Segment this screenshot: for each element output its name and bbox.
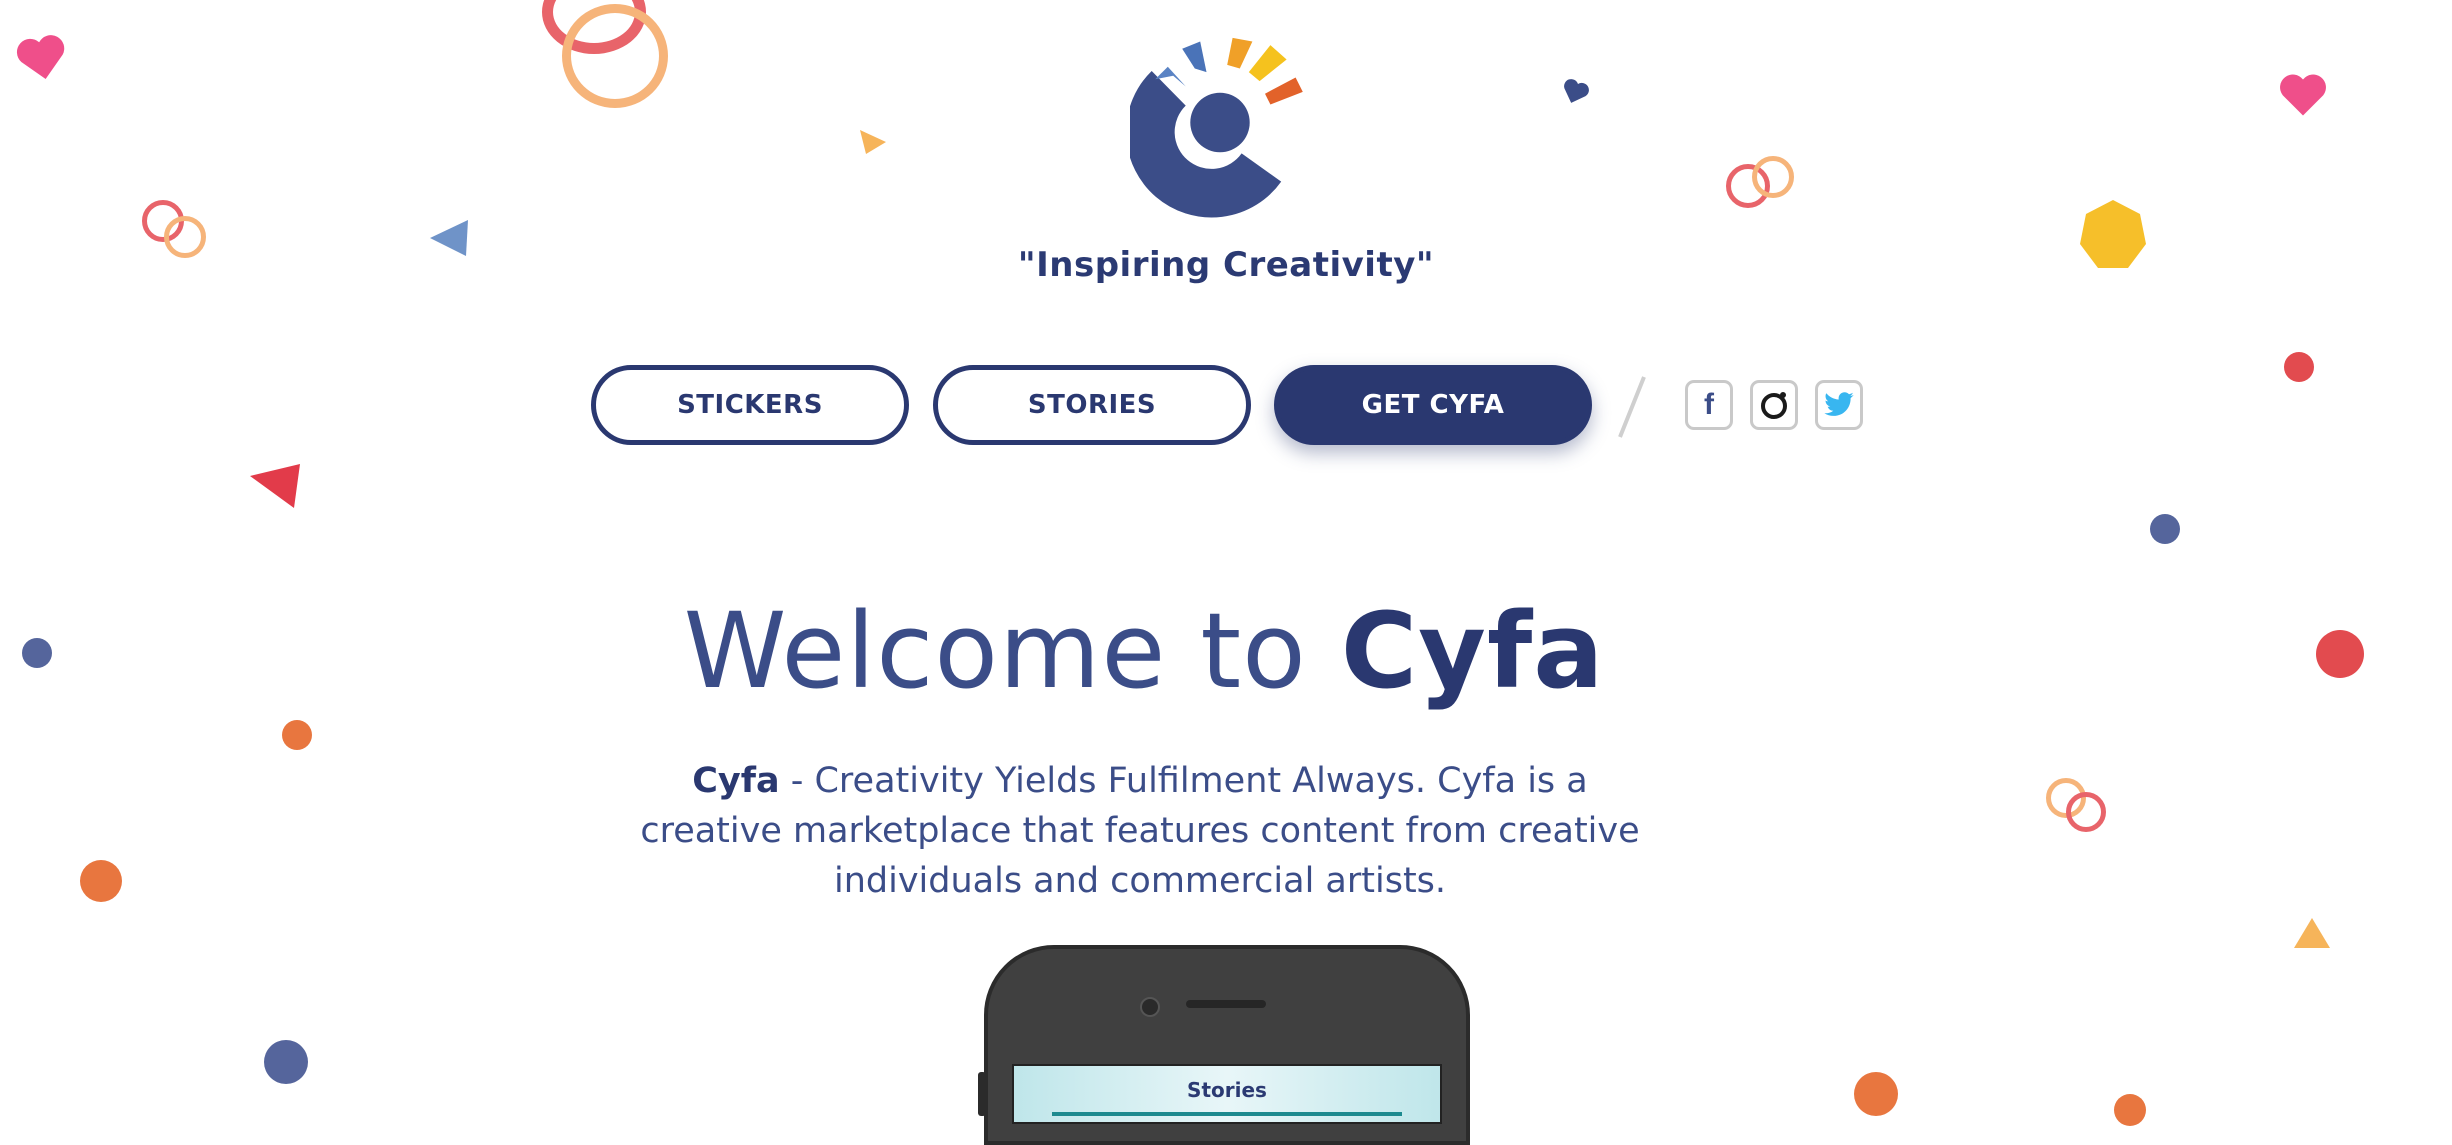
stories-button[interactable]: STORIES xyxy=(933,365,1251,445)
hero-title-brand: Cyfa xyxy=(1340,590,1605,712)
instagram-icon xyxy=(1761,392,1787,419)
dot-decoration xyxy=(2150,514,2180,544)
divider xyxy=(1618,376,1646,438)
dot-decoration xyxy=(2114,1094,2146,1126)
stickers-button[interactable]: STICKERS xyxy=(591,365,909,445)
tagline: "Inspiring Creativity" xyxy=(1017,245,1435,285)
instagram-button[interactable] xyxy=(1750,380,1798,430)
cyfa-logo[interactable] xyxy=(1130,32,1310,222)
heart-icon xyxy=(2280,74,2326,116)
get-cyfa-button[interactable]: GET CYFA xyxy=(1274,365,1592,445)
triangle-decoration xyxy=(250,464,300,508)
phone-speaker xyxy=(1186,1000,1266,1008)
hero-description: Cyfa - Creativity Yields Fulfilment Alwa… xyxy=(640,756,1640,906)
dot-decoration xyxy=(2284,352,2314,382)
hero-title: Welcome to Cyfa xyxy=(0,590,2288,712)
heart-icon xyxy=(16,35,65,80)
triangle-decoration xyxy=(2294,918,2330,948)
heart-icon xyxy=(1564,79,1589,103)
ring-decoration xyxy=(2066,792,2106,832)
triangle-decoration xyxy=(860,130,886,154)
dot-decoration xyxy=(1854,1072,1898,1116)
phone-screen-title: Stories xyxy=(1187,1078,1267,1102)
ring-decoration xyxy=(1752,156,1794,198)
twitter-icon xyxy=(1824,392,1854,416)
dot-decoration xyxy=(80,860,122,902)
dot-decoration xyxy=(2316,630,2364,678)
dot-decoration xyxy=(264,1040,308,1084)
phone-camera xyxy=(1140,997,1160,1017)
facebook-button[interactable]: f xyxy=(1685,380,1733,430)
hero-desc-text: - Creativity Yields Fulfilment Always. C… xyxy=(640,761,1640,901)
facebook-icon: f xyxy=(1704,388,1714,421)
hero-title-prefix: Welcome to xyxy=(683,590,1341,712)
dot-decoration xyxy=(282,720,312,750)
twitter-button[interactable] xyxy=(1815,380,1863,430)
phone-screen-bar xyxy=(1052,1112,1402,1116)
ring-decoration xyxy=(562,4,668,108)
hero-desc-brand: Cyfa xyxy=(692,761,780,801)
